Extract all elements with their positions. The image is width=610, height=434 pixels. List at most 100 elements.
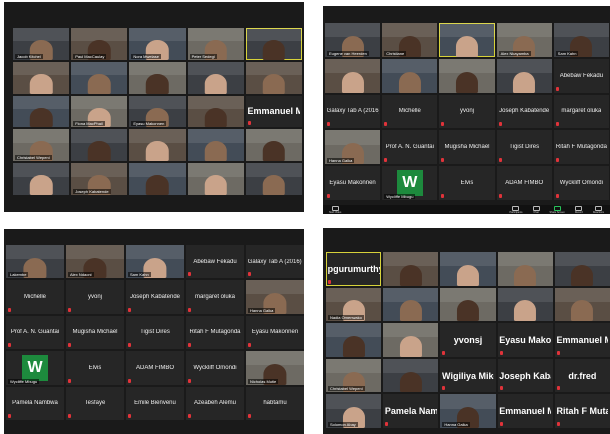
participant-tile[interactable]: yvonj bbox=[66, 280, 124, 314]
participant-tile[interactable]: Mugisha Michael bbox=[439, 130, 495, 165]
participant-tile[interactable] bbox=[245, 163, 302, 195]
participant-tile[interactable]: Alex Nkayamba bbox=[496, 23, 552, 57]
participant-tile[interactable]: Prof A. N. Guantai bbox=[6, 315, 64, 350]
participant-tile[interactable]: Ritah F Mutagonda bbox=[186, 315, 244, 350]
toolbar-button[interactable]: Participants bbox=[509, 205, 523, 214]
participant-tile[interactable] bbox=[554, 252, 610, 286]
participant-tile[interactable]: Nicholas Mutie bbox=[246, 351, 304, 385]
participant-tile[interactable]: Tigist Dires bbox=[496, 130, 552, 165]
participant-tile[interactable] bbox=[187, 95, 244, 128]
participant-tile[interactable]: Sam Kahn bbox=[553, 23, 609, 57]
toolbar-button[interactable]: Share Screen bbox=[550, 205, 565, 214]
participant-tile[interactable]: Joseph Kabatende bbox=[126, 280, 184, 314]
participant-tile[interactable]: Christiane bbox=[382, 23, 438, 57]
participant-tile[interactable] bbox=[13, 163, 70, 195]
participant-tile[interactable] bbox=[71, 61, 128, 94]
participant-tile[interactable]: Peter Sedegi bbox=[187, 28, 244, 60]
participant-tile[interactable] bbox=[439, 58, 495, 93]
participant-tile[interactable] bbox=[440, 252, 496, 286]
participant-tile[interactable]: margaret oluka bbox=[186, 280, 244, 314]
participant-tile[interactable]: Lakembe bbox=[6, 245, 64, 279]
toolbar-button[interactable]: Chat bbox=[532, 205, 540, 214]
participant-tile[interactable]: Hanna Galka bbox=[246, 280, 304, 314]
participant-tile[interactable]: Michelle bbox=[6, 280, 64, 314]
participant-tile[interactable]: Emile Bienvenu bbox=[126, 386, 184, 420]
participant-tile[interactable]: Eyasu Makonnen bbox=[246, 315, 304, 350]
participant-tile[interactable]: Galaxy Tab A (2016)... bbox=[246, 245, 304, 279]
participant-tile[interactable] bbox=[187, 129, 244, 162]
participant-tile[interactable]: Sam Kahn bbox=[126, 245, 184, 279]
participant-tile[interactable] bbox=[187, 163, 244, 195]
participant-tile[interactable] bbox=[497, 287, 553, 322]
participant-tile[interactable]: Jacob Kitchel bbox=[13, 28, 70, 60]
participant-tile[interactable] bbox=[129, 129, 186, 162]
participant-tile[interactable] bbox=[383, 252, 439, 286]
participant-tile[interactable]: Abebaw Fekadu bbox=[186, 245, 244, 279]
participant-tile[interactable]: Joseph Kabatende bbox=[496, 94, 552, 129]
participant-tile[interactable]: Paul MacCaulay bbox=[71, 28, 128, 60]
participant-tile[interactable]: ADAM FIMBO bbox=[496, 166, 552, 200]
participant-tile[interactable]: Michelle bbox=[382, 94, 438, 129]
participant-tile[interactable] bbox=[439, 23, 495, 57]
participant-tile[interactable]: Emmanuel Mas... bbox=[554, 323, 610, 357]
participant-tile[interactable]: Alex Ndaoni bbox=[66, 245, 124, 279]
participant-tile[interactable]: habtamu bbox=[246, 386, 304, 420]
participant-tile[interactable]: Azeabeh Alemu bbox=[186, 386, 244, 420]
participant-tile[interactable]: Fiona MacPhail bbox=[71, 95, 128, 128]
participant-tile[interactable] bbox=[129, 163, 186, 195]
participant-tile[interactable]: Pamela Nambwa bbox=[383, 394, 439, 428]
participant-tile[interactable]: Eyasu Makonnen bbox=[497, 323, 553, 357]
participant-tile[interactable]: Elvis bbox=[439, 166, 495, 200]
participant-tile[interactable] bbox=[245, 28, 302, 60]
participant-tile[interactable]: dr.fred bbox=[554, 358, 610, 393]
participant-tile[interactable] bbox=[496, 58, 552, 93]
participant-tile[interactable]: W Wycliffe Mbugu bbox=[6, 351, 64, 385]
participant-tile[interactable] bbox=[13, 95, 70, 128]
participant-tile[interactable] bbox=[325, 58, 381, 93]
participant-tile[interactable]: Prof A. N. Guantai bbox=[382, 130, 438, 165]
participant-tile[interactable]: Elvis bbox=[66, 351, 124, 385]
participant-tile[interactable]: Mugisha Michael bbox=[66, 315, 124, 350]
participant-tile[interactable] bbox=[440, 287, 496, 322]
participant-tile[interactable]: Hanna Galka bbox=[325, 130, 381, 165]
participant-tile[interactable] bbox=[245, 129, 302, 162]
participant-tile[interactable]: ADAM FIMBO bbox=[126, 351, 184, 385]
participant-tile[interactable]: Christabel Wepeni bbox=[326, 358, 382, 393]
participant-tile[interactable] bbox=[326, 323, 382, 357]
participant-tile[interactable]: pgurumurthy bbox=[326, 252, 382, 286]
participant-tile[interactable]: yvonsj bbox=[440, 323, 496, 357]
participant-tile[interactable] bbox=[245, 61, 302, 94]
participant-tile[interactable]: Abebaw Fekadu bbox=[553, 58, 609, 93]
toolbar-button[interactable]: Reactions bbox=[593, 205, 604, 214]
participant-tile[interactable] bbox=[382, 58, 438, 93]
participant-tile[interactable]: margaret oluka bbox=[553, 94, 609, 129]
participant-tile[interactable]: Wigiliya Mikom... bbox=[440, 358, 496, 393]
participant-tile[interactable] bbox=[497, 252, 553, 286]
participant-tile[interactable] bbox=[554, 287, 610, 322]
participant-tile[interactable] bbox=[383, 287, 439, 322]
participant-tile[interactable]: Christabel Wepeni bbox=[13, 129, 70, 162]
participant-tile[interactable]: Tesfaye bbox=[66, 386, 124, 420]
participant-tile[interactable]: Wyckliff Omondi bbox=[553, 166, 609, 200]
participant-tile[interactable]: Eyasu Makonnen bbox=[325, 166, 381, 200]
participant-tile[interactable] bbox=[13, 61, 70, 94]
participant-tile[interactable]: Ritah F Mutagonda bbox=[553, 130, 609, 165]
participant-tile[interactable]: Wyckliff Omondi bbox=[186, 351, 244, 385]
participant-tile[interactable]: Solomon Abay bbox=[326, 394, 382, 428]
toolbar-button[interactable]: Start Video bbox=[329, 205, 341, 214]
participant-tile[interactable]: Ritah F Mutago... bbox=[554, 394, 610, 428]
participant-tile[interactable]: Emmanuel Mas... bbox=[245, 95, 302, 128]
toolbar-button[interactable]: Record bbox=[575, 205, 583, 214]
participant-tile[interactable] bbox=[383, 358, 439, 393]
participant-tile[interactable]: Hanna Galka bbox=[440, 394, 496, 428]
participant-tile[interactable]: Joseph Kabatende bbox=[71, 163, 128, 195]
participant-tile[interactable]: Tigist Dires bbox=[126, 315, 184, 350]
participant-tile[interactable]: Pamela Nambwa bbox=[6, 386, 64, 420]
participant-tile[interactable] bbox=[129, 61, 186, 94]
participant-tile[interactable]: Eugene van Heerden bbox=[325, 23, 381, 57]
participant-tile[interactable]: Eyasu Makonnen bbox=[129, 95, 186, 128]
participant-tile[interactable]: W Wycliffe Mbugu bbox=[382, 166, 438, 200]
participant-tile[interactable]: Joseph Kabaten... bbox=[497, 358, 553, 393]
participant-tile[interactable]: Emmanuel Mas... bbox=[497, 394, 553, 428]
participant-tile[interactable]: yvonj bbox=[439, 94, 495, 129]
